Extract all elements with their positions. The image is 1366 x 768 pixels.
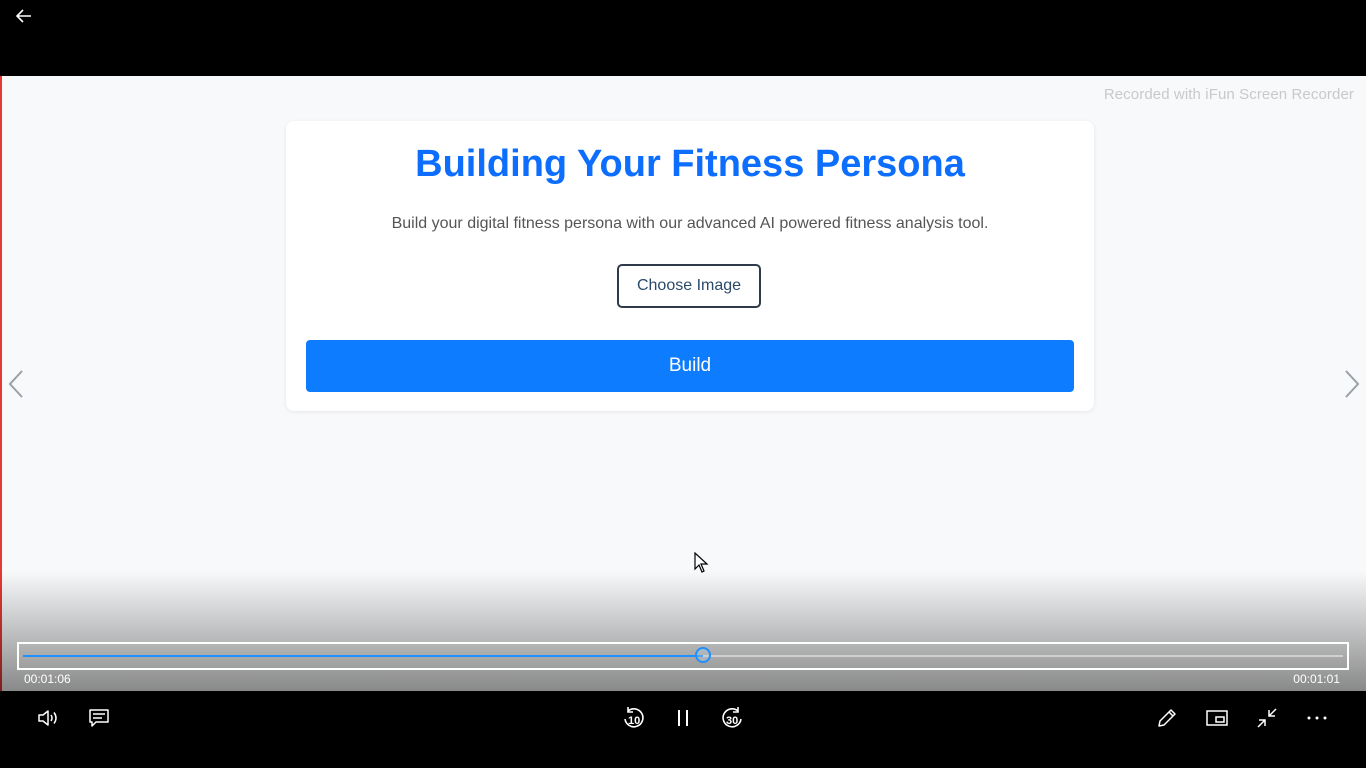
- seek-track: [23, 647, 1343, 663]
- previous-button[interactable]: [4, 368, 28, 400]
- seek-progress: [23, 655, 703, 657]
- page-description: Build your digital fitness persona with …: [391, 215, 989, 232]
- pause-icon: [678, 710, 688, 726]
- build-button[interactable]: Build: [306, 340, 1074, 392]
- controls-gradient: [0, 571, 1366, 691]
- persona-card: Building Your Fitness Persona Build your…: [286, 121, 1094, 411]
- top-bar: [0, 0, 1366, 76]
- seek-bar[interactable]: [17, 642, 1349, 670]
- skip-forward-label: 30: [726, 715, 739, 727]
- subtitles-button[interactable]: [82, 701, 116, 735]
- chevron-right-icon: [1345, 370, 1360, 398]
- back-arrow-icon: [16, 9, 31, 23]
- volume-icon: [38, 710, 57, 726]
- skip-back-label: 10: [628, 715, 641, 727]
- more-options-button[interactable]: [1300, 701, 1334, 735]
- page-title: Building Your Fitness Persona: [415, 143, 965, 185]
- edit-button[interactable]: [1150, 701, 1184, 735]
- video-frame[interactable]: Recorded with iFun Screen Recorder Build…: [0, 76, 1366, 691]
- next-button[interactable]: [1340, 368, 1364, 400]
- edit-pen-icon: [1158, 709, 1176, 727]
- skip-forward-button[interactable]: 30: [716, 701, 750, 735]
- exit-fullscreen-icon: [1257, 708, 1277, 728]
- seek-thumb[interactable]: [694, 647, 711, 663]
- watermark: Recorded with iFun Screen Recorder: [1103, 86, 1354, 103]
- chevron-left-icon: [8, 370, 23, 398]
- back-button[interactable]: [8, 2, 40, 30]
- remaining-time: 00:01:01: [1293, 672, 1340, 686]
- skip-back-button[interactable]: 10: [616, 701, 650, 735]
- subtitles-icon: [89, 709, 109, 727]
- pause-button[interactable]: [666, 701, 700, 735]
- control-bar: 10 30: [0, 691, 1366, 768]
- more-options-icon: [1307, 716, 1327, 720]
- choose-image-button[interactable]: Choose Image: [617, 264, 761, 308]
- volume-button[interactable]: [32, 701, 66, 735]
- exit-fullscreen-button[interactable]: [1250, 701, 1284, 735]
- elapsed-time: 00:01:06: [24, 672, 71, 686]
- mini-view-icon: [1206, 710, 1228, 726]
- mini-view-button[interactable]: [1200, 701, 1234, 735]
